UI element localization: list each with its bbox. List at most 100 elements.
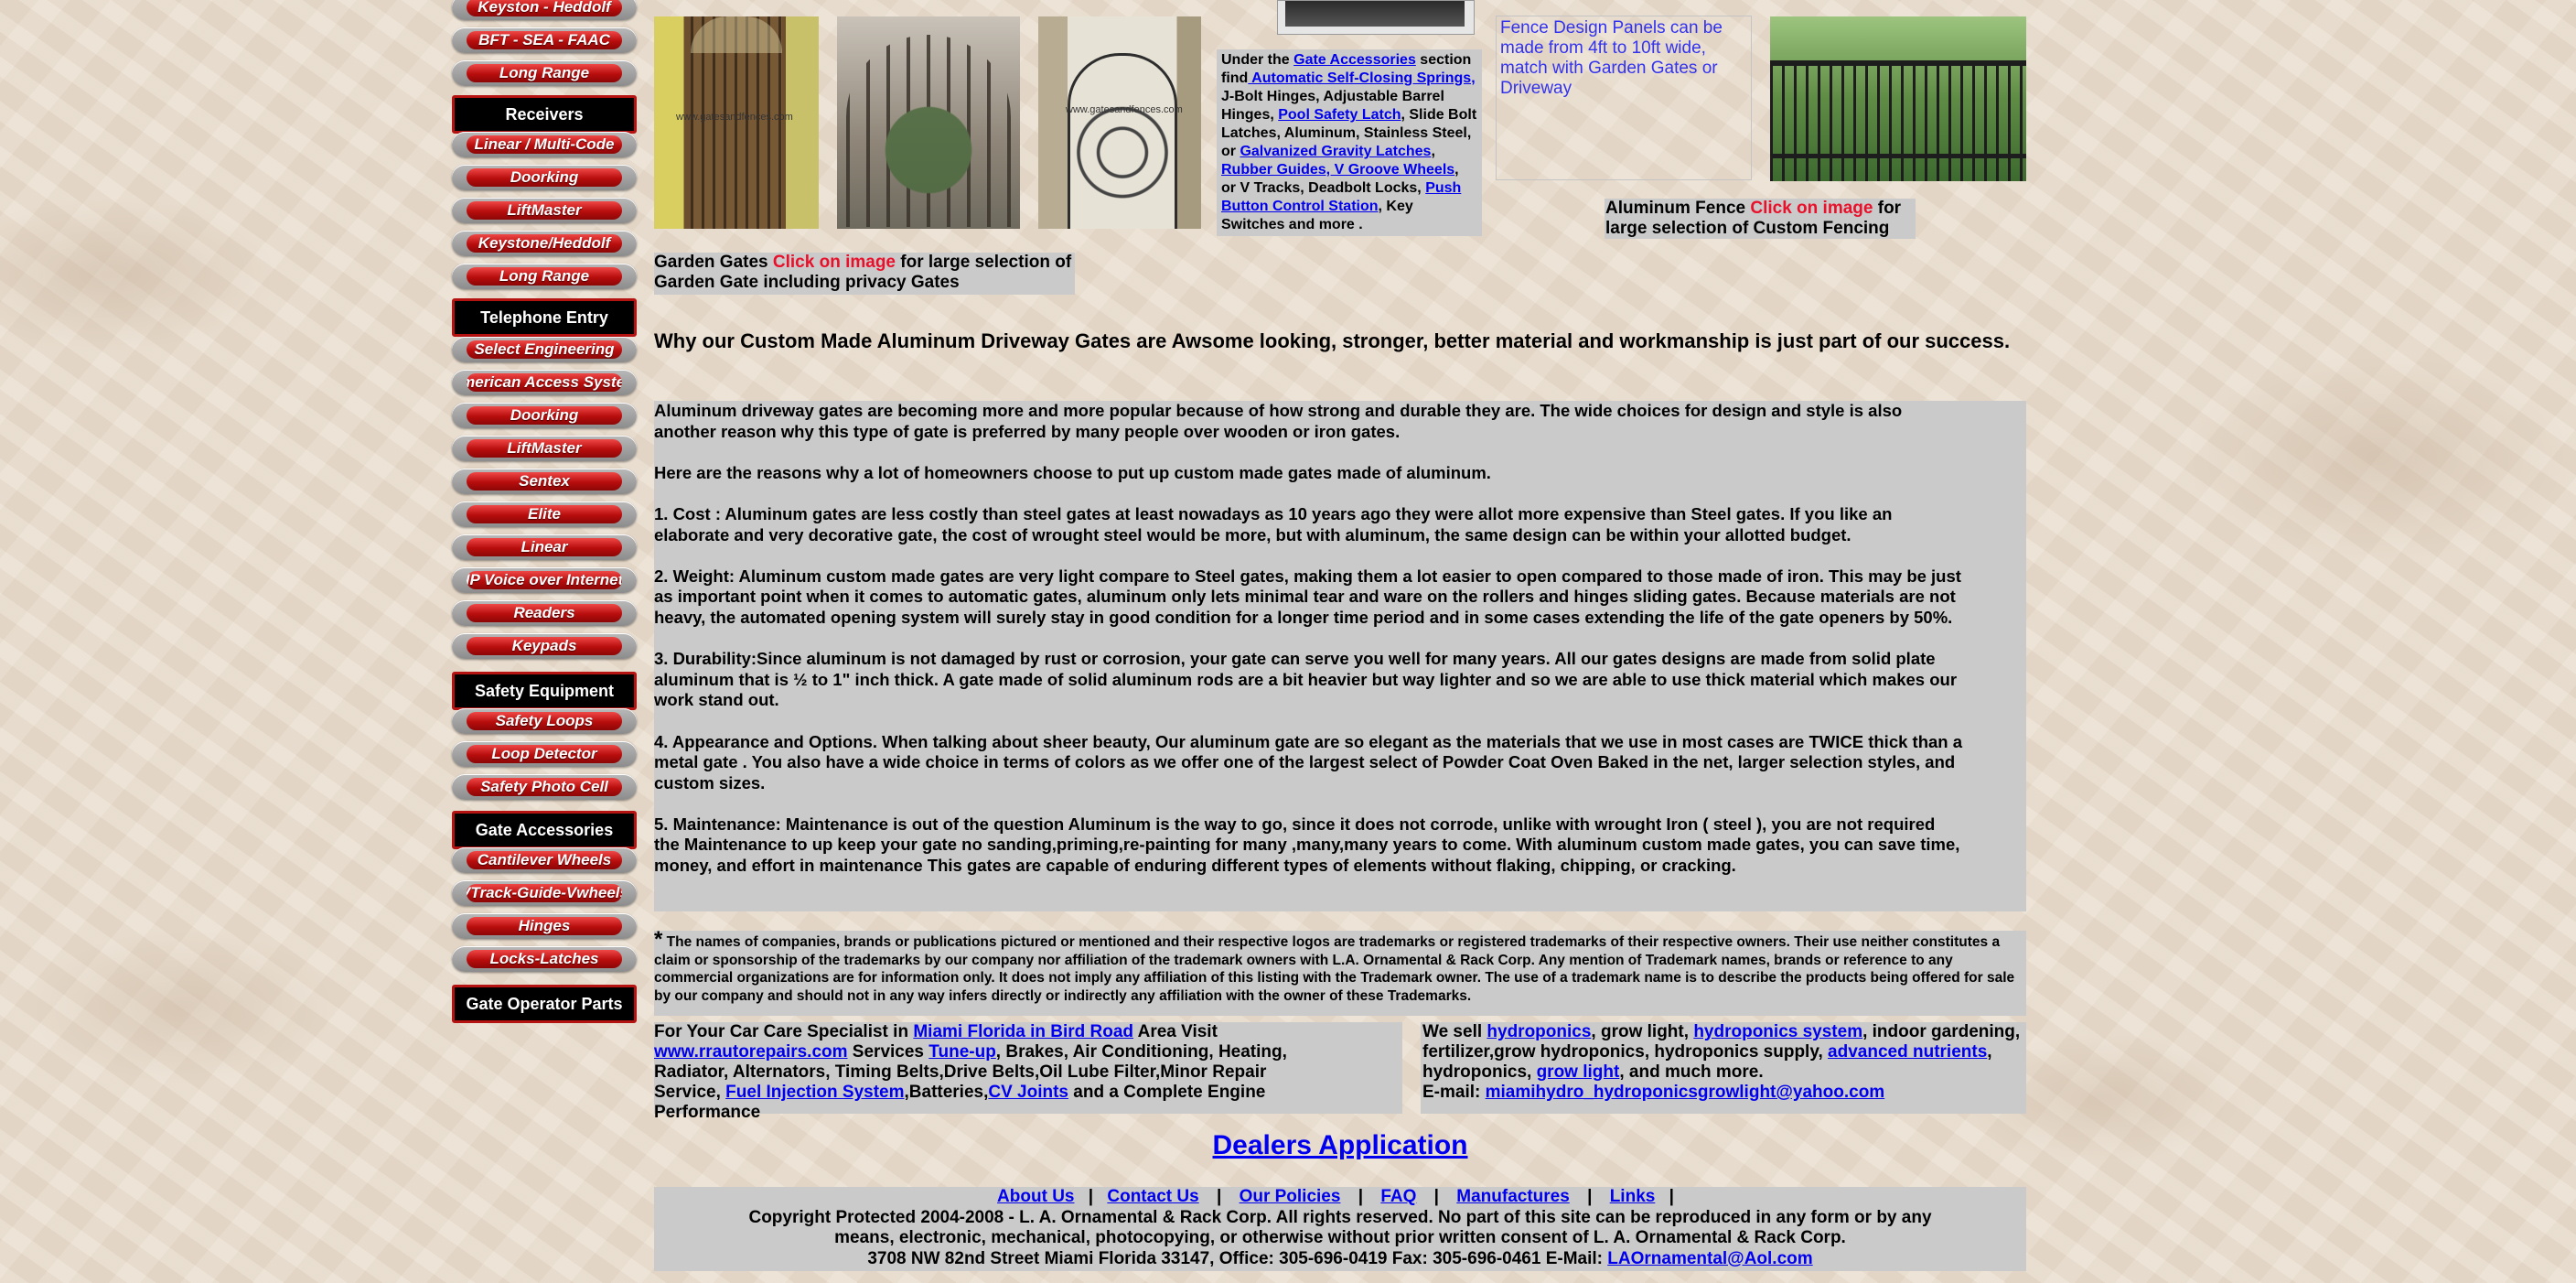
text: Services bbox=[847, 1042, 929, 1062]
sidebar-item-safety-photo-cell[interactable]: Safety Photo Cell bbox=[452, 774, 637, 800]
link-hydro-email[interactable]: miamihydro_hydroponicsgrowlight@yahoo.co… bbox=[1486, 1083, 1885, 1102]
link-grow-light[interactable]: grow light bbox=[1537, 1062, 1620, 1082]
text: We sell bbox=[1422, 1022, 1487, 1041]
sidebar-item-label: Keyston - Heddolf bbox=[467, 0, 622, 16]
sidebar-item-long-range[interactable]: Long Range bbox=[452, 264, 637, 289]
sidebar-item-label: Hinges bbox=[467, 917, 622, 935]
sidebar-item-label: Safety Photo Cell bbox=[467, 778, 622, 796]
copyright-text: Copyright Protected 2004-2008 - L. A. Or… bbox=[748, 1207, 1932, 1248]
gate-accessory-photo[interactable] bbox=[1277, 0, 1475, 35]
footer-separator: | bbox=[1587, 1187, 1593, 1206]
footer-separator: | bbox=[1358, 1187, 1364, 1206]
sidebar-item-label: Keypads bbox=[467, 637, 622, 655]
link-gravity-latches[interactable]: Galvanized Gravity Latches bbox=[1240, 144, 1431, 159]
article-paragraph: 2. Weight: Aluminum custom made gates ar… bbox=[654, 566, 1961, 627]
sidebar-item-select-engineering[interactable]: Select Engineering bbox=[452, 337, 637, 362]
article-paragraph: 3. Durability:Since aluminum is not dama… bbox=[654, 649, 1958, 710]
sidebar-item-label: Linear bbox=[467, 538, 622, 556]
footer-link-contact-us[interactable]: Contact Us bbox=[1107, 1187, 1198, 1206]
sidebar-item-long-range[interactable]: Long Range bbox=[452, 60, 637, 86]
sidebar-header-safety-equipment[interactable]: Safety Equipment bbox=[452, 672, 637, 710]
text: ,Batteries, bbox=[904, 1083, 989, 1102]
sidebar-item-label: IP Voice over Internet bbox=[467, 571, 622, 589]
link-hydroponics-system[interactable]: hydroponics system bbox=[1693, 1022, 1862, 1041]
sidebar-item-vtrack-guide-vwheels[interactable]: VTrack-Guide-Vwheels bbox=[452, 880, 637, 906]
sidebar-header-gate-accessories[interactable]: Gate Accessories bbox=[452, 811, 637, 849]
address-text: 3708 NW 82nd Street Miami Florida 33147,… bbox=[867, 1248, 1608, 1268]
sidebar-item-keypads[interactable]: Keypads bbox=[452, 633, 637, 659]
link-self-closing-springs[interactable]: Automatic Self-Closing Springs, bbox=[1248, 70, 1475, 86]
footer-link-our-policies[interactable]: Our Policies bbox=[1240, 1187, 1341, 1206]
link-rrautorepairs[interactable]: www.rrautorepairs.com bbox=[654, 1042, 848, 1062]
link-rubber-guides[interactable]: Rubber Guides, V Groove Wheels bbox=[1221, 162, 1454, 178]
sidebar-item-sentex[interactable]: Sentex bbox=[452, 469, 637, 494]
click-on-image-text[interactable]: Click on image bbox=[1750, 199, 1873, 218]
sidebar-item-label: Long Range bbox=[467, 267, 622, 286]
sidebar-item-ip-voice-over-internet[interactable]: IP Voice over Internet bbox=[452, 567, 637, 593]
sidebar-item-label: Doorking bbox=[467, 168, 622, 187]
photo-watermark: www.gatesandfences.com bbox=[1066, 104, 1183, 115]
footer: About Us | Contact Us | Our Policies | F… bbox=[654, 1187, 2026, 1271]
asterisk: * bbox=[654, 927, 663, 952]
footer-link-manufactures[interactable]: Manufactures bbox=[1456, 1187, 1570, 1206]
fence-image-broken[interactable]: Fence Design Panels can be made from 4ft… bbox=[1496, 16, 1752, 180]
link-advanced-nutrients[interactable]: advanced nutrients bbox=[1828, 1042, 1987, 1062]
sidebar-item-label: Readers bbox=[467, 604, 622, 622]
trademark-notice: * The names of companies, brands or publ… bbox=[654, 929, 2026, 1016]
footer-link-about-us[interactable]: About Us bbox=[997, 1187, 1074, 1206]
footer-email-link[interactable]: LAOrnamental@Aol.com bbox=[1607, 1249, 1812, 1268]
sidebar-item-liftmaster[interactable]: LiftMaster bbox=[452, 436, 637, 461]
sidebar-item-linear[interactable]: Linear bbox=[452, 534, 637, 560]
text: For Your Car Care Specialist in bbox=[654, 1022, 914, 1041]
aluminum-fence-photo[interactable] bbox=[1770, 16, 2026, 181]
dealers-application-link[interactable]: Dealers Application bbox=[654, 1129, 2026, 1162]
sidebar-item-label: Sentex bbox=[467, 472, 622, 491]
fence-caption: Aluminum Fence Click on image for large … bbox=[1605, 199, 1916, 239]
trademark-text: The names of companies, brands or public… bbox=[654, 934, 2015, 1004]
sidebar-item-keyston-heddolf[interactable]: Keyston - Heddolf bbox=[452, 0, 637, 20]
link-hydroponics[interactable]: hydroponics bbox=[1487, 1022, 1591, 1041]
sidebar-item-label: Loop Detector bbox=[467, 745, 622, 763]
link-cv-joints[interactable]: CV Joints bbox=[988, 1083, 1068, 1102]
link-miami-bird-road[interactable]: Miami Florida in Bird Road bbox=[913, 1022, 1133, 1041]
sidebar-item-doorking[interactable]: Doorking bbox=[452, 403, 637, 428]
footer-separator: | bbox=[1669, 1187, 1674, 1206]
sidebar-item-label: American Access System bbox=[467, 373, 622, 392]
sidebar-item-american-access-system[interactable]: American Access System bbox=[452, 370, 637, 395]
sidebar-item-readers[interactable]: Readers bbox=[452, 600, 637, 626]
link-pool-safety-latch[interactable]: Pool Safety Latch bbox=[1278, 107, 1401, 123]
accessories-info-box: Under the Gate Accessories section find … bbox=[1217, 49, 1482, 236]
text: Aluminum Fence bbox=[1605, 199, 1751, 218]
fence-image-alt-text[interactable]: Fence Design Panels can be made from 4ft… bbox=[1500, 18, 1723, 98]
sidebar-item-liftmaster[interactable]: LiftMaster bbox=[452, 198, 637, 223]
sidebar-item-elite[interactable]: Elite bbox=[452, 501, 637, 527]
sidebar-header-receivers[interactable]: Receivers bbox=[452, 95, 637, 134]
page-headline: Why our Custom Made Aluminum Driveway Ga… bbox=[654, 329, 2011, 352]
sidebar-item-linear-multi-code[interactable]: Linear / Multi-Code bbox=[452, 132, 637, 157]
article-paragraph: 4. Appearance and Options. When talking … bbox=[654, 731, 1963, 792]
footer-separator: | bbox=[1433, 1187, 1439, 1206]
garden-gate-photo-2[interactable] bbox=[837, 16, 1020, 229]
sidebar-header-telephone-entry[interactable]: Telephone Entry bbox=[452, 298, 637, 337]
link-gate-accessories[interactable]: Gate Accessories bbox=[1293, 52, 1416, 68]
footer-link-links[interactable]: Links bbox=[1610, 1187, 1656, 1206]
click-on-image-text[interactable]: Click on image bbox=[773, 253, 896, 272]
garden-gate-photo-1[interactable]: www.gatesandfences.com bbox=[654, 16, 819, 229]
link-fuel-injection[interactable]: Fuel Injection System bbox=[725, 1083, 904, 1102]
sidebar-item-safety-loops[interactable]: Safety Loops bbox=[452, 708, 637, 734]
sidebar-item-hinges[interactable]: Hinges bbox=[452, 913, 637, 939]
sidebar-item-cantilever-wheels[interactable]: Cantilever Wheels bbox=[452, 847, 637, 873]
sidebar-item-locks-latches[interactable]: Locks-Latches bbox=[452, 946, 637, 972]
sidebar-header-gate-operator-parts[interactable]: Gate Operator Parts bbox=[452, 985, 637, 1023]
sidebar-item-doorking[interactable]: Doorking bbox=[452, 165, 637, 190]
garden-gates-caption: Garden Gates Click on image for large se… bbox=[654, 253, 1075, 295]
footer-link-faq[interactable]: FAQ bbox=[1380, 1187, 1416, 1206]
footer-separator: | bbox=[1088, 1187, 1094, 1206]
link-tune-up[interactable]: Tune-up bbox=[928, 1042, 996, 1062]
garden-gate-photo-3[interactable]: www.gatesandfences.com bbox=[1038, 16, 1201, 229]
sidebar-item-loop-detector[interactable]: Loop Detector bbox=[452, 741, 637, 767]
sidebar-item-bft-sea-faac[interactable]: BFT - SEA - FAAC bbox=[452, 27, 637, 53]
sidebar-item-label: LiftMaster bbox=[467, 439, 622, 458]
footer-nav: About Us | Contact Us | Our Policies | F… bbox=[654, 1187, 2026, 1208]
sidebar-item-keystone-heddolf[interactable]: Keystone/Heddolf bbox=[452, 231, 637, 256]
